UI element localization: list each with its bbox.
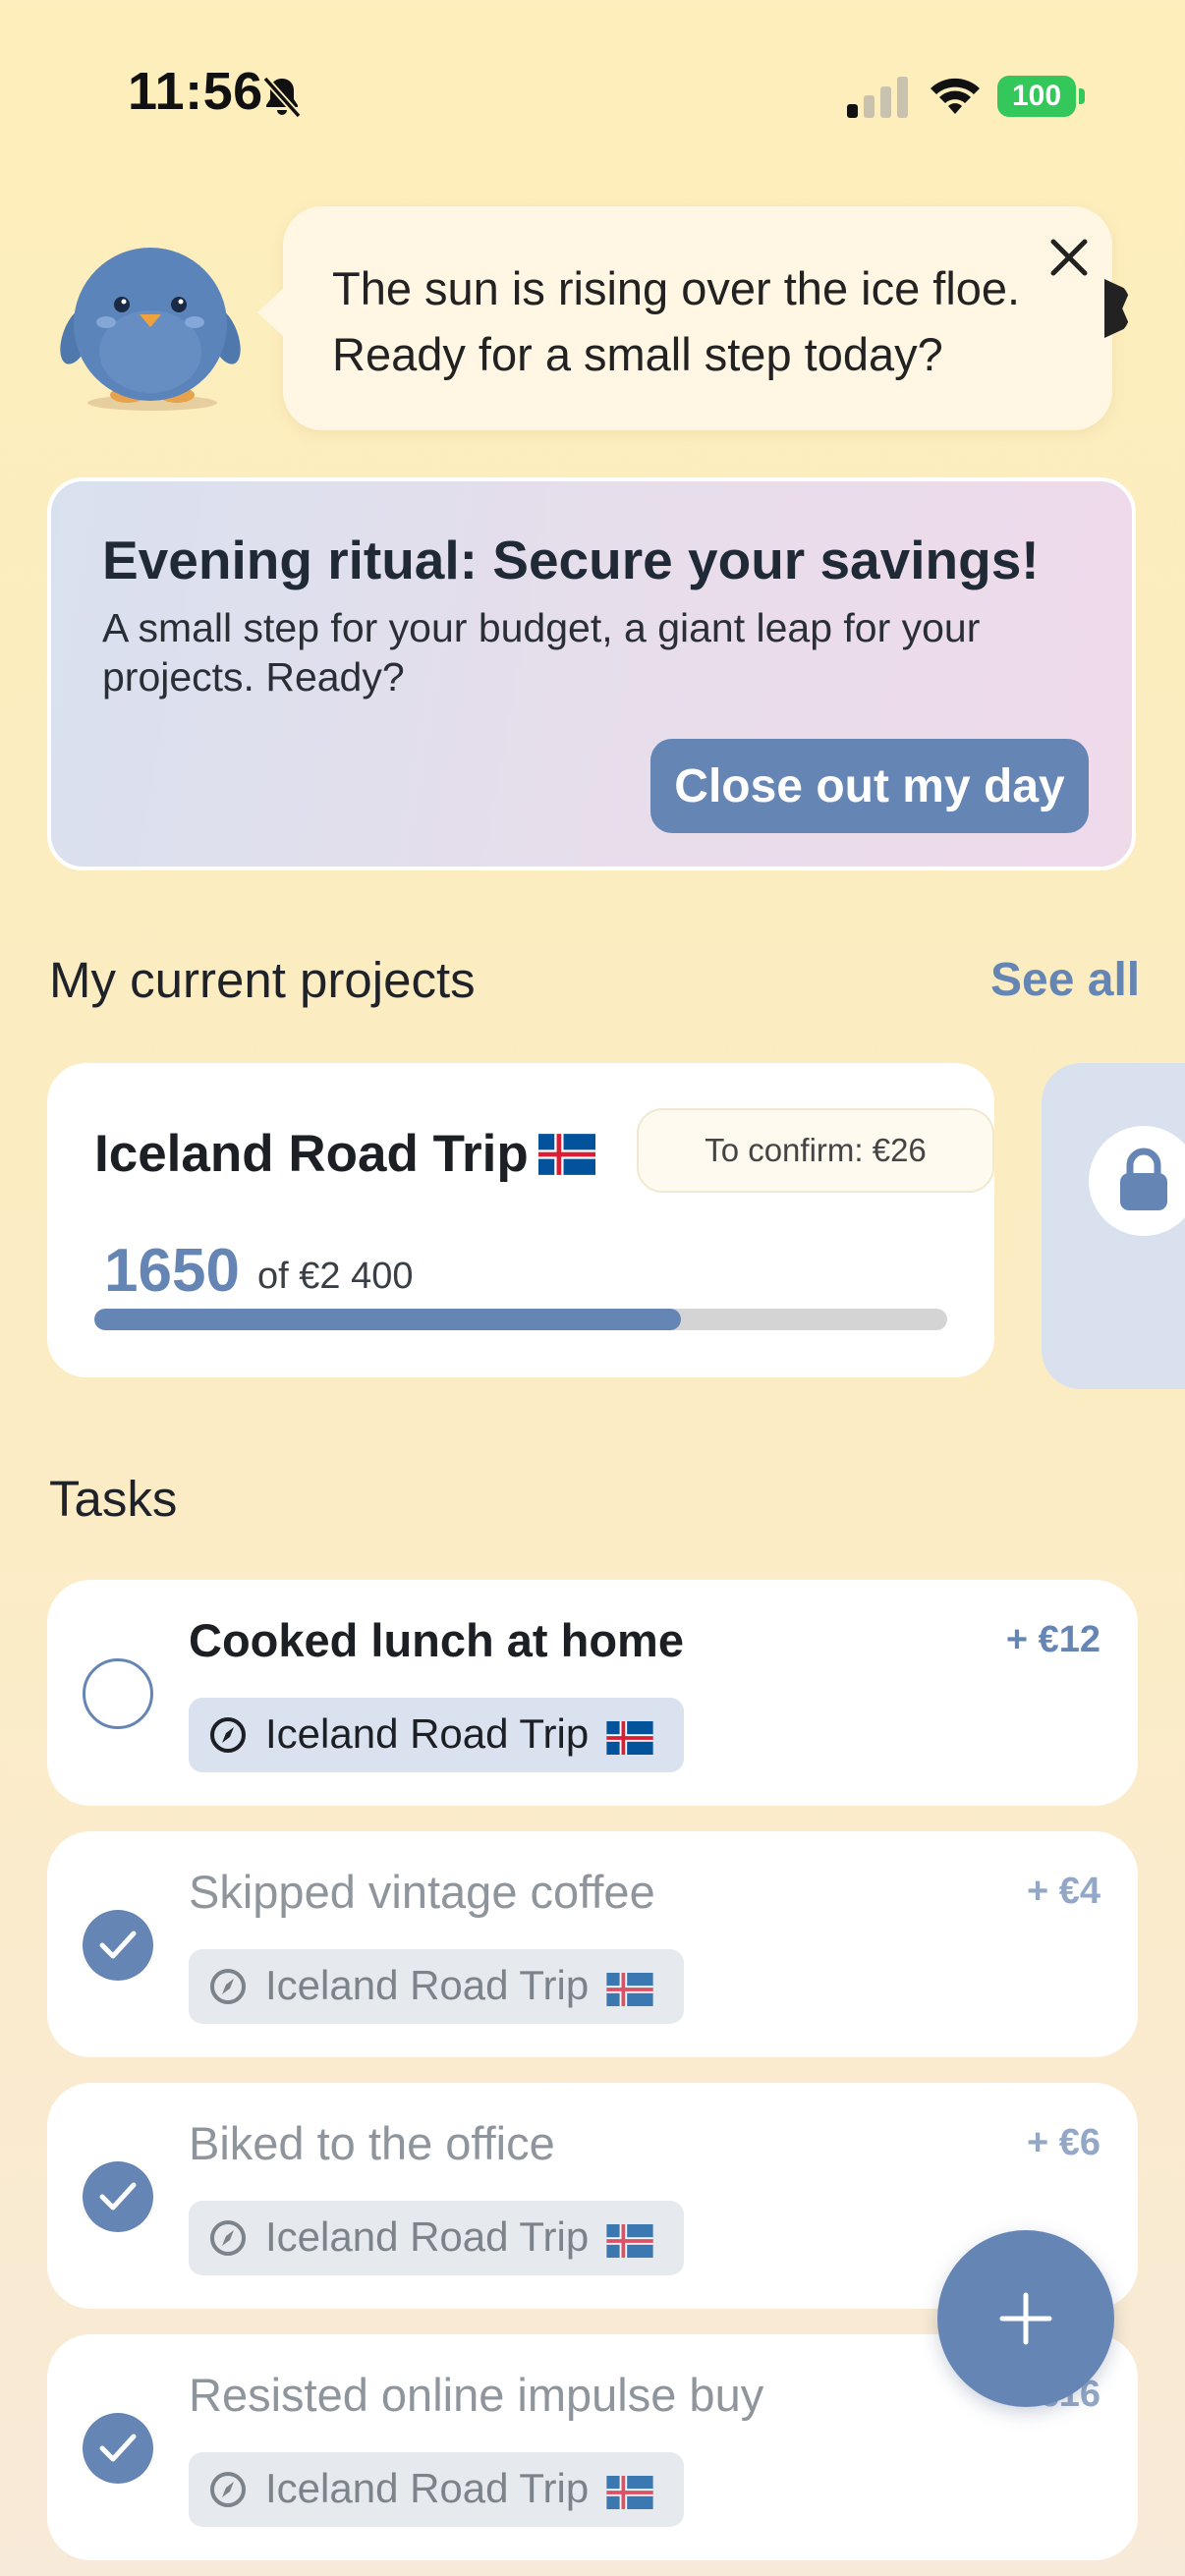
lock-icon <box>1120 1148 1167 1210</box>
ritual-title: Evening ritual: Secure your savings! <box>102 530 1040 590</box>
project-name: Iceland Road Trip <box>94 1125 529 1183</box>
task-checkbox-checked[interactable] <box>83 2161 153 2232</box>
project-progress-bar <box>94 1309 947 1330</box>
project-saved-amount: 1650 <box>104 1237 240 1305</box>
status-bar: 11:56 100 <box>0 0 1185 187</box>
task-project-tag[interactable]: Iceland Road Trip <box>189 1949 684 2024</box>
task-tag-label: Iceland Road Trip <box>265 1962 590 2008</box>
compass-icon <box>210 1717 246 1753</box>
plus-icon <box>999 2292 1052 2345</box>
status-time: 11:56 <box>128 62 263 121</box>
ritual-subtitle: A small step for your budget, a giant le… <box>102 605 981 700</box>
bubble-edge-decoration <box>1104 279 1130 338</box>
close-out-day-button[interactable]: Close out my day <box>650 739 1089 833</box>
cellular-signal-icon <box>847 77 908 118</box>
evening-ritual-card: Evening ritual: Secure your savings! A s… <box>47 477 1136 870</box>
iceland-flag-icon <box>538 1134 595 1175</box>
speech-bubble: The sun is rising over the ice floe. Rea… <box>257 206 1112 430</box>
task-amount: + €12 <box>1005 1619 1100 1660</box>
iceland-flag-icon <box>606 2224 653 2258</box>
task-tag-label: Iceland Road Trip <box>265 1710 590 1757</box>
lock-badge <box>1089 1126 1185 1236</box>
battery-icon: 100 <box>997 76 1085 117</box>
iceland-flag-icon <box>606 1973 653 2006</box>
task-project-tag[interactable]: Iceland Road Trip <box>189 2201 684 2275</box>
task-project-tag[interactable]: Iceland Road Trip <box>189 2452 684 2527</box>
task-item[interactable]: Cooked lunch at home + €12 Iceland Road … <box>47 1580 1138 1806</box>
project-card[interactable]: Iceland Road Trip To confirm: €26 1650 o… <box>47 1063 994 1377</box>
iceland-flag-icon <box>606 1721 653 1755</box>
tasks-section-title: Tasks <box>49 1471 178 1527</box>
locked-project-card[interactable] <box>1042 1063 1185 1389</box>
compass-icon <box>210 1969 246 2004</box>
task-amount: + €6 <box>1026 2122 1100 2163</box>
task-title: Skipped vintage coffee <box>189 1866 655 1918</box>
penguin-mascot <box>60 248 241 411</box>
task-title: Biked to the office <box>189 2117 555 2169</box>
add-task-button[interactable] <box>937 2230 1114 2407</box>
to-confirm-badge[interactable]: To confirm: €26 <box>637 1108 994 1193</box>
iceland-flag-icon <box>606 2476 653 2509</box>
checkmark-icon <box>99 2182 137 2211</box>
wifi-icon <box>931 78 980 114</box>
compass-icon <box>210 2220 246 2256</box>
see-all-link[interactable]: See all <box>990 953 1140 1007</box>
task-checkbox-checked[interactable] <box>83 1910 153 1981</box>
mascot-message: The sun is rising over the ice floe. Rea… <box>332 262 1021 380</box>
checkmark-icon <box>99 1931 137 1959</box>
task-item[interactable]: Skipped vintage coffee + €4 Iceland Road… <box>47 1831 1138 2057</box>
task-tag-label: Iceland Road Trip <box>265 2465 590 2511</box>
task-project-tag[interactable]: Iceland Road Trip <box>189 1698 684 1772</box>
bell-slash-icon <box>262 76 302 119</box>
task-checkbox-unchecked[interactable] <box>83 1658 153 1729</box>
checkmark-icon <box>99 2434 137 2462</box>
project-goal-amount: of €2 400 <box>257 1256 414 1297</box>
task-title: Cooked lunch at home <box>189 1614 684 1666</box>
project-progress-fill <box>94 1309 681 1330</box>
task-title: Resisted online impulse buy <box>189 2369 764 2421</box>
projects-section-title: My current projects <box>49 952 476 1008</box>
task-tag-label: Iceland Road Trip <box>265 2213 590 2260</box>
compass-icon <box>210 2472 246 2507</box>
task-amount: + €4 <box>1026 1871 1100 1912</box>
close-icon[interactable] <box>1045 234 1093 281</box>
task-checkbox-checked[interactable] <box>83 2413 153 2484</box>
